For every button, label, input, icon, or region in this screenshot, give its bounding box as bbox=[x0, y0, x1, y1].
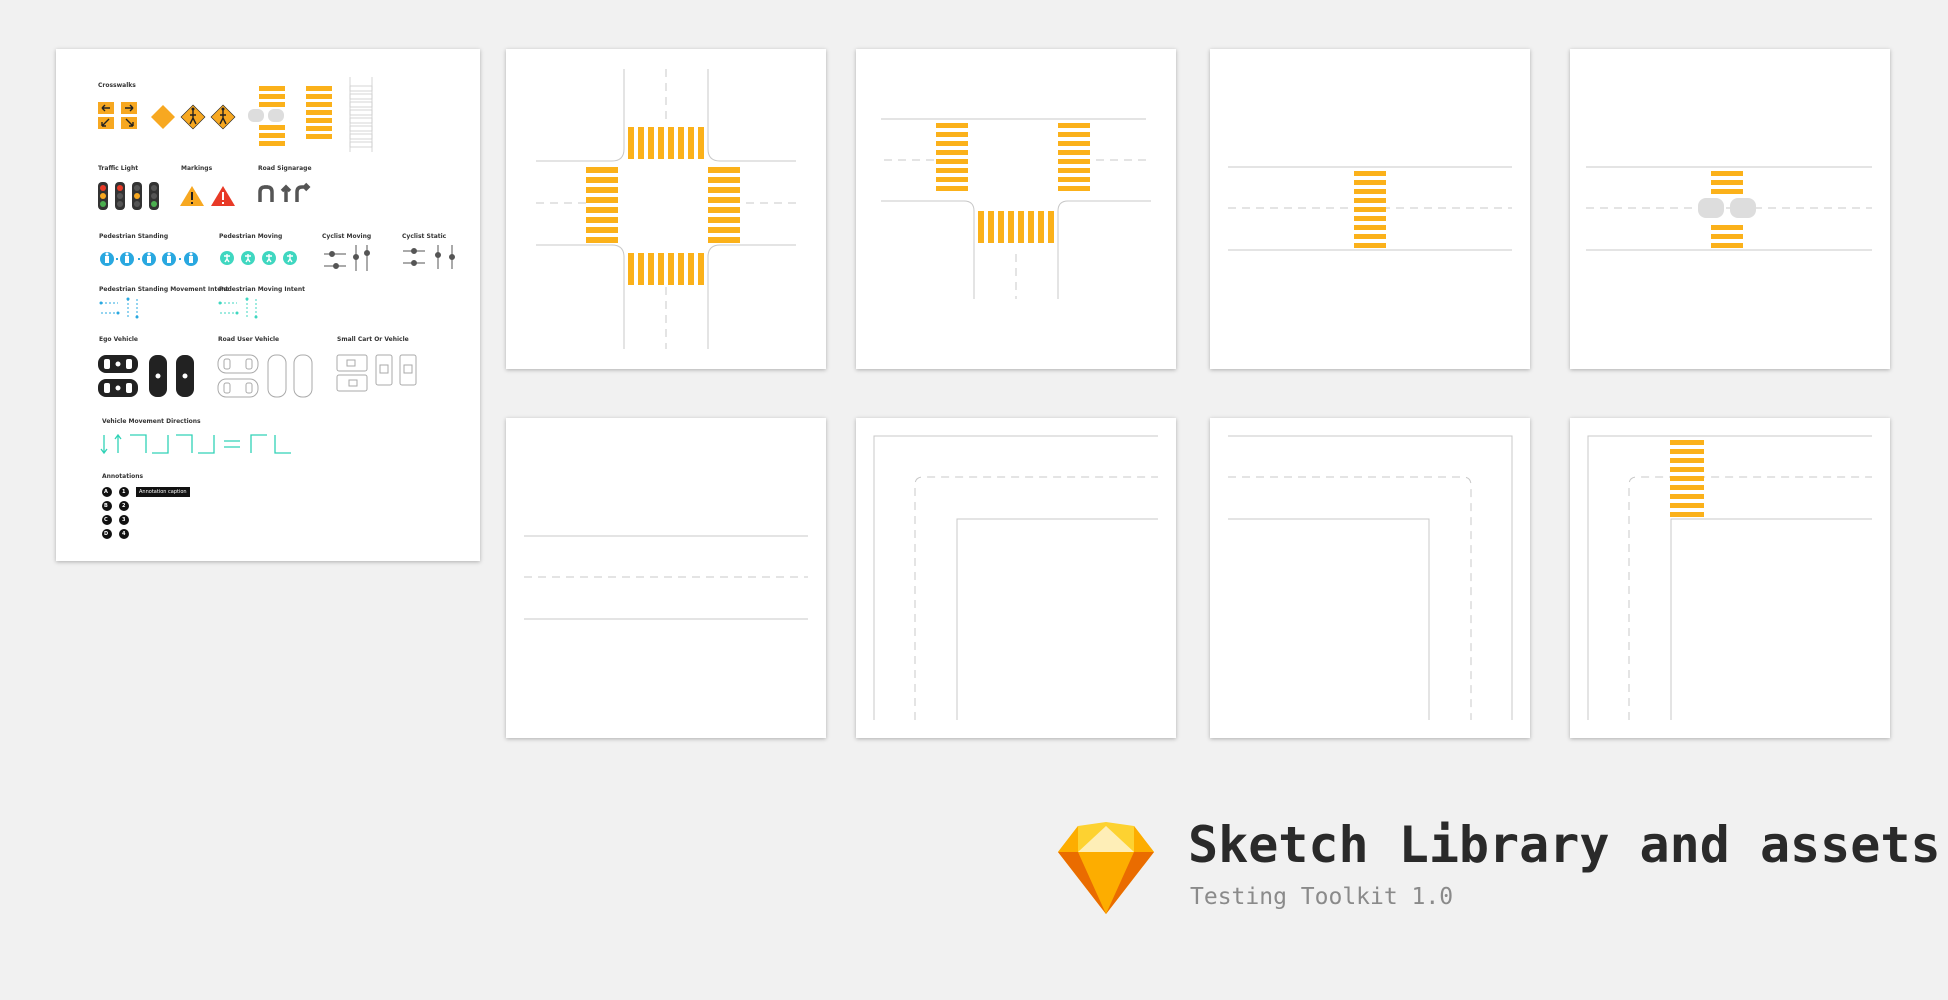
pedestrian-moving-intent-icons bbox=[218, 297, 258, 319]
artboard-corner-turn-left[interactable] bbox=[1210, 418, 1530, 738]
pedestrian-standing-intent-icons bbox=[99, 297, 139, 319]
road-user-vehicle-icons bbox=[217, 354, 313, 398]
annotation-caption-tooltip: Annotation caption bbox=[136, 487, 190, 497]
section-label-road-signage: Road Signarage bbox=[258, 165, 312, 172]
section-label-cyclist-static: Cyclist Static bbox=[402, 233, 447, 240]
artboard-straight-road-crosswalk[interactable] bbox=[1210, 49, 1530, 369]
arrow-sign-icons bbox=[98, 102, 137, 129]
diamond-sign-icons bbox=[151, 104, 236, 130]
annotation-letter: C bbox=[104, 517, 108, 523]
section-label-traffic-light: Traffic Light bbox=[98, 165, 139, 172]
annotation-number: 3 bbox=[122, 517, 126, 523]
section-label-crosswalks: Crosswalks bbox=[98, 82, 136, 89]
pedestrian-moving-icons bbox=[220, 251, 297, 265]
corner-left-drawing bbox=[1228, 435, 1513, 720]
crosswalk-stripes-icons bbox=[248, 77, 373, 152]
t-intersection-drawing bbox=[881, 118, 1151, 299]
pedestrian-standing-icons bbox=[100, 252, 198, 266]
section-label-markings: Markings bbox=[181, 165, 213, 172]
artboard-four-way-intersection[interactable] bbox=[506, 49, 826, 369]
library-canvas bbox=[98, 77, 455, 539]
annotation-number: 2 bbox=[122, 503, 126, 509]
artboard-straight-road-crosswalk-island[interactable] bbox=[1570, 49, 1890, 369]
warning-sign-icons bbox=[180, 186, 235, 206]
annotation-number: 1 bbox=[122, 489, 126, 495]
sketch-diamond-logo-icon bbox=[1058, 822, 1154, 914]
section-label-vehicle-directions: Vehicle Movement Directions bbox=[102, 418, 201, 425]
cyclist-moving-icons bbox=[324, 245, 370, 271]
artboard-corner-with-crosswalk[interactable] bbox=[1570, 418, 1890, 738]
traffic-light-icons bbox=[98, 182, 159, 210]
artboard-straight-road[interactable] bbox=[506, 418, 826, 738]
road-signage-arrow-icons bbox=[258, 182, 311, 202]
section-label-pedestrian-standing: Pedestrian Standing bbox=[99, 233, 169, 240]
section-label-road-user-vehicle: Road User Vehicle bbox=[218, 336, 280, 343]
artboard-corner-turn-right[interactable] bbox=[856, 418, 1176, 738]
straight-road-crosswalk-drawing bbox=[1228, 166, 1512, 251]
footer-title: Sketch Library and assets bbox=[1188, 816, 1941, 874]
annotation-letter: A bbox=[104, 489, 108, 495]
library-artboard[interactable]: Crosswalks Traffic Light Markings Road S… bbox=[56, 49, 480, 561]
corner-crosswalk-drawing bbox=[1587, 435, 1872, 720]
section-label-ped-standing-intent: Pedestrian Standing Movement Intent bbox=[99, 286, 229, 293]
annotation-letter: B bbox=[104, 503, 108, 509]
footer-subtitle: Testing Toolkit 1.0 bbox=[1190, 884, 1454, 910]
annotation-number: 4 bbox=[122, 531, 126, 537]
section-label-annotations: Annotations bbox=[102, 473, 144, 480]
cyclist-static-icons bbox=[403, 245, 455, 269]
crosswalk-island-drawing bbox=[1586, 166, 1872, 251]
section-label-pedestrian-moving: Pedestrian Moving bbox=[219, 233, 283, 240]
vehicle-direction-icons bbox=[100, 433, 291, 455]
straight-road-drawing bbox=[524, 535, 808, 620]
section-label-small-cart: Small Cart Or Vehicle bbox=[337, 336, 409, 343]
ego-vehicle-icons bbox=[98, 355, 194, 397]
section-label-ego-vehicle: Ego Vehicle bbox=[99, 336, 138, 343]
annotation-letter: D bbox=[104, 531, 109, 537]
small-cart-icons bbox=[336, 354, 417, 392]
section-label-cyclist-moving: Cyclist Moving bbox=[322, 233, 372, 240]
section-label-ped-moving-intent: Pedestrian Moving Intent bbox=[219, 286, 305, 293]
artboard-t-intersection[interactable] bbox=[856, 49, 1176, 369]
corner-right-drawing bbox=[873, 435, 1158, 720]
four-way-intersection-drawing bbox=[536, 69, 796, 349]
